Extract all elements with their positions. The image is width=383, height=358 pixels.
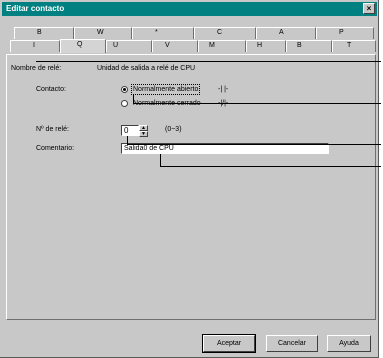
- tab-w[interactable]: W: [74, 27, 132, 39]
- tab-b[interactable]: B: [286, 40, 332, 52]
- contact-label: Contacto:: [36, 86, 66, 93]
- radio-normally-closed[interactable]: [121, 100, 128, 107]
- relay-name-label: Nombre de relé:: [11, 65, 62, 72]
- tab-v[interactable]: V: [152, 40, 198, 52]
- close-button[interactable]: ×: [363, 3, 375, 14]
- tab-i[interactable]: I: [10, 40, 60, 52]
- accept-button[interactable]: Aceptar: [202, 334, 256, 353]
- tab-b-top[interactable]: B: [14, 27, 74, 39]
- relay-number-label: Nº de relé:: [36, 126, 69, 133]
- tab-c[interactable]: C: [194, 27, 256, 39]
- callout-line-1: [36, 61, 381, 62]
- callout-line-4: [160, 166, 381, 167]
- callout-line-4-vertical: [160, 154, 161, 166]
- callout-line-2: [133, 103, 381, 104]
- option-normally-open-label[interactable]: Normalmente abierto: [130, 84, 201, 95]
- tab-h[interactable]: H: [246, 40, 286, 52]
- window-title: Editar contacto: [6, 4, 65, 13]
- callout-line-3: [127, 144, 381, 145]
- help-button[interactable]: Ayuda: [327, 335, 371, 352]
- tab-panel-q: [6, 54, 376, 320]
- tab-u[interactable]: U: [106, 40, 152, 52]
- tab-star[interactable]: *: [132, 27, 194, 39]
- tab-m[interactable]: M: [198, 40, 246, 52]
- spin-down-arrow-icon[interactable]: ▼: [139, 131, 148, 137]
- title-bar[interactable]: Editar contacto ×: [2, 2, 377, 16]
- edit-contact-dialog: Editar contacto × B W * C A P I Q U V M …: [0, 0, 381, 358]
- tab-a[interactable]: A: [256, 27, 316, 39]
- tab-q[interactable]: Q: [60, 39, 106, 53]
- callout-line-3-vertical: [127, 136, 128, 144]
- radio-normally-open[interactable]: [121, 86, 128, 93]
- relay-range-hint: (0~3): [165, 126, 182, 133]
- relay-name-value: Unidad de salida a relé de CPU: [97, 65, 196, 72]
- tab-p[interactable]: P: [316, 27, 374, 39]
- tab-t[interactable]: T: [332, 40, 376, 52]
- relay-number-input[interactable]: 0: [121, 125, 139, 136]
- cancel-button[interactable]: Cancelar: [266, 335, 318, 352]
- normally-open-symbol: -| |-: [218, 86, 229, 93]
- callout-line-2-vertical: [133, 94, 134, 103]
- comment-label: Comentario:: [36, 145, 75, 152]
